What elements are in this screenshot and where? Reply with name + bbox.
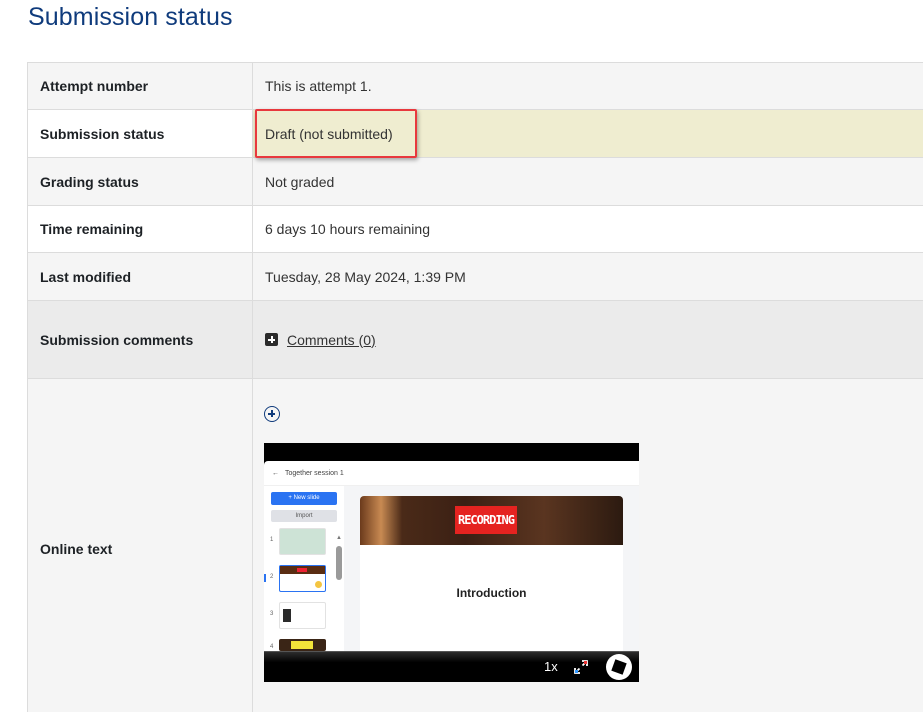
thumbnail-scrollbar <box>336 546 342 580</box>
comments-link[interactable]: Comments (0) <box>287 332 376 348</box>
video-frame: ← Together session 1 + New slide Import … <box>264 461 639 666</box>
row-value: Not graded <box>252 157 923 206</box>
row-label: Grading status <box>27 157 253 206</box>
fullscreen-icon[interactable] <box>574 660 588 674</box>
playback-speed-button[interactable]: 1x <box>544 659 558 674</box>
row-label: Last modified <box>27 252 253 301</box>
table-row: Grading status Not graded <box>27 157 923 206</box>
row-value: Comments (0) <box>252 300 923 379</box>
slide-banner-image: RECORDING <box>360 496 623 545</box>
video-player[interactable]: ← Together session 1 + New slide Import … <box>264 443 639 682</box>
back-arrow-icon: ← <box>272 469 279 477</box>
slide-preview: RECORDING Introduction <box>360 496 623 666</box>
table-row: Submission comments Comments (0) <box>27 300 923 379</box>
submission-status-value: Draft (not submitted) <box>252 109 923 158</box>
thumbnail-number: 2 <box>270 574 274 580</box>
slide-title: Introduction <box>456 586 527 600</box>
row-label: Online text <box>27 378 253 712</box>
row-value: Tuesday, 28 May 2024, 1:39 PM <box>252 252 923 301</box>
thumbnail-number: 3 <box>270 611 274 617</box>
table-row: Submission status Draft (not submitted) <box>27 109 923 158</box>
row-label: Time remaining <box>27 205 253 253</box>
row-label: Attempt number <box>27 62 253 110</box>
slide-thumbnail <box>279 602 326 629</box>
row-label: Submission status <box>27 109 253 158</box>
plus-circle-icon[interactable] <box>264 406 280 422</box>
slide-thumbnail <box>279 528 326 555</box>
recording-sign: RECORDING <box>455 506 517 534</box>
thumbnail-number: 4 <box>270 644 274 650</box>
new-slide-button: + New slide <box>271 492 337 505</box>
row-value: This is attempt 1. <box>252 62 923 110</box>
thumbnail-number: 1 <box>270 537 274 543</box>
import-button: Import <box>271 510 337 522</box>
scroll-up-icon: ▲ <box>336 535 342 541</box>
table-row: Time remaining 6 days 10 hours remaining <box>27 205 923 253</box>
slide-sidebar: + New slide Import 1 2 3 4 ▲ <box>264 486 344 656</box>
aperture-logo-icon[interactable] <box>606 654 632 680</box>
comments-toggle[interactable]: Comments (0) <box>265 332 923 348</box>
table-row: Last modified Tuesday, 28 May 2024, 1:39… <box>27 252 923 301</box>
slide-thumbnail <box>279 639 326 651</box>
page-title: Submission status <box>28 3 233 31</box>
active-slide-marker <box>264 574 266 582</box>
editor-title: Together session 1 <box>285 469 344 477</box>
player-controls: 1x <box>264 651 639 682</box>
plus-square-icon[interactable] <box>265 333 278 346</box>
slide-thumbnail <box>279 565 326 592</box>
slide-canvas: RECORDING Introduction <box>344 486 639 666</box>
row-value: 6 days 10 hours remaining <box>252 205 923 253</box>
editor-header: ← Together session 1 <box>264 461 639 486</box>
table-row: Attempt number This is attempt 1. <box>27 62 923 110</box>
row-label: Submission comments <box>27 300 253 379</box>
